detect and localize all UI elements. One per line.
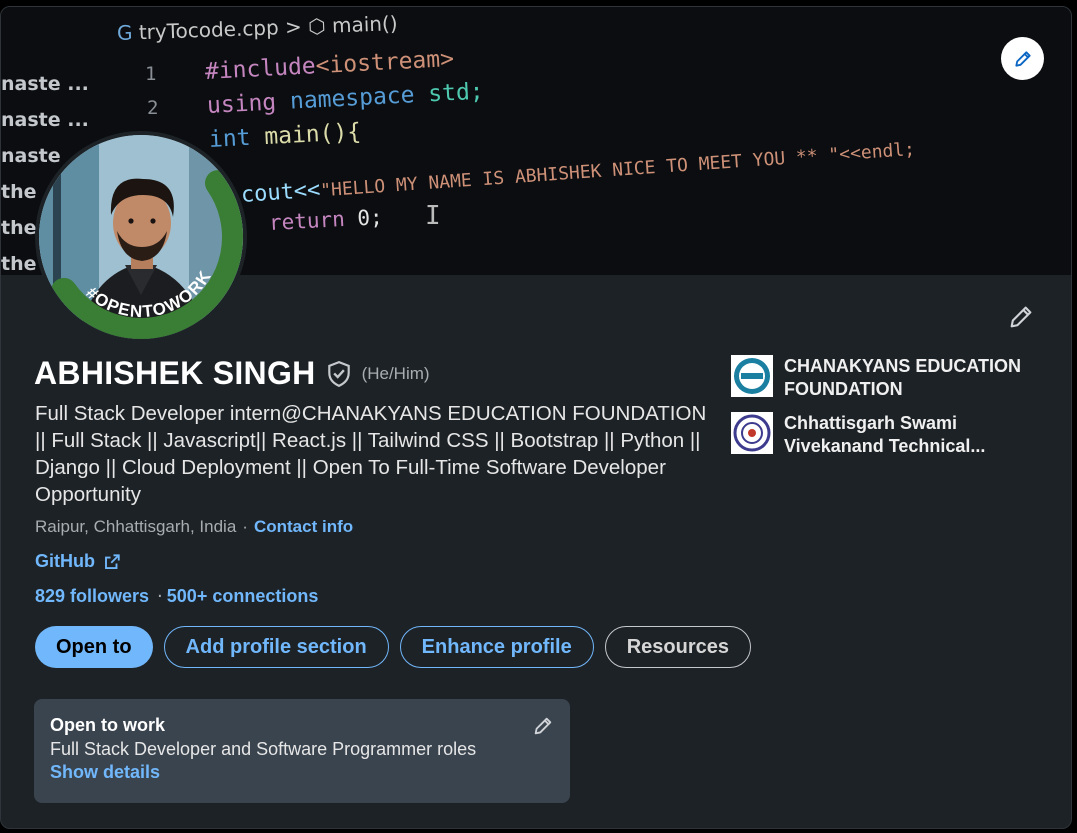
code-line-using: using namespace std; [206, 79, 484, 119]
avatar: #OPENTOWORK [39, 135, 243, 339]
code-token: cout<< [240, 177, 322, 208]
text-cursor-icon: I [425, 201, 441, 231]
code-token: 0; [356, 205, 384, 231]
code-token: namespace [289, 82, 416, 115]
open-to-work-roles: Full Stack Developer and Software Progra… [50, 739, 477, 759]
code-line-cout: cout<<"HELLO MY NAME IS ABHISHEK NICE TO… [240, 136, 916, 208]
pronouns: (He/Him) [361, 363, 430, 383]
external-link-icon[interactable] [103, 553, 121, 571]
banner-side-line: naste ... [1, 73, 89, 95]
breadcrumb-separator: > [284, 14, 303, 40]
location-separator: · [242, 517, 248, 536]
cube-icon: ⬡ [307, 13, 327, 39]
github-link[interactable]: GitHub [35, 551, 95, 572]
breadcrumb-symbol: main() [331, 11, 398, 38]
opentowork-frame: #OPENTOWORK [50, 170, 243, 339]
profile-actions: Open to Add profile section Enhance prof… [35, 626, 751, 668]
banner-side-line: the [1, 253, 37, 275]
line-number: 1 [145, 63, 157, 85]
connections-separator: · [157, 586, 163, 607]
org-item-education[interactable]: Chhattisgarh Swami Vivekanand Technical.… [731, 412, 1051, 458]
cpp-file-icon: G [116, 20, 133, 45]
show-details-link[interactable]: Show details [50, 762, 160, 783]
code-token: <iostream> [314, 45, 455, 80]
pencil-icon [534, 717, 552, 735]
website-row: GitHub [35, 551, 121, 572]
code-token: #include [204, 53, 317, 85]
enhance-profile-button[interactable]: Enhance profile [399, 626, 594, 668]
name-row: ABHISHEK SINGH (He/Him) [34, 355, 430, 392]
line-number: 2 [147, 97, 159, 119]
location-row: Raipur, Chhattisgarh, India · Contact in… [35, 517, 353, 537]
code-token: main(){ [263, 119, 362, 151]
profile-card: G tryTocode.cpp > ⬡ main() naste ... nas… [0, 6, 1072, 829]
code-token: std; [427, 78, 485, 108]
university-seal-icon [733, 414, 771, 452]
open-to-work-card: Open to work Full Stack Developer and So… [34, 699, 570, 803]
chanakyans-logo [731, 355, 773, 397]
code-token: "HELLO MY NAME IS ABHISHEK NICE TO MEET … [319, 138, 916, 202]
banner-side-line: the [1, 217, 37, 239]
connections-link[interactable]: 500+ connections [167, 586, 319, 607]
company-logo-icon [734, 358, 770, 394]
pencil-icon [1010, 306, 1032, 328]
contact-info-link[interactable]: Contact info [254, 517, 353, 537]
shield-check-icon[interactable] [326, 360, 352, 388]
csvtu-logo [731, 412, 773, 454]
profile-photo[interactable]: #OPENTOWORK [35, 131, 247, 343]
open-to-work-title: Open to work [50, 715, 166, 735]
profile-headline: Full Stack Developer intern@CHANAKYANS E… [35, 402, 707, 506]
followers-link[interactable]: 829 followers [35, 586, 149, 607]
code-token: return [268, 207, 346, 235]
edit-open-to-work-button[interactable] [530, 713, 556, 739]
org-item-current-company[interactable]: CHANAKYANS EDUCATION FOUNDATION [731, 355, 1051, 401]
network-row: 829 followers · 500+ connections [35, 586, 318, 607]
org-name: CHANAKYANS EDUCATION FOUNDATION [784, 356, 1022, 399]
resources-button[interactable]: Resources [604, 626, 751, 668]
code-line-return: return 0; [268, 205, 383, 235]
edit-banner-button[interactable] [1001, 37, 1044, 80]
location-text: Raipur, Chhattisgarh, India [35, 517, 237, 536]
banner-side-line: naste ... [1, 109, 89, 131]
breadcrumb-file: tryTocode.cpp [138, 15, 280, 45]
open-to-button[interactable]: Open to [35, 626, 153, 668]
pencil-icon [1014, 50, 1031, 67]
code-line-include: #include<iostream> [204, 46, 454, 85]
banner-side-line: the [1, 181, 37, 203]
profile-name: ABHISHEK SINGH [34, 355, 316, 391]
add-profile-section-button[interactable]: Add profile section [163, 626, 389, 668]
edit-intro-button[interactable] [1005, 301, 1037, 333]
banner-breadcrumb: G tryTocode.cpp > ⬡ main() [117, 11, 398, 45]
code-token: using [206, 89, 277, 119]
org-name: Chhattisgarh Swami Vivekanand Technical.… [784, 413, 986, 456]
